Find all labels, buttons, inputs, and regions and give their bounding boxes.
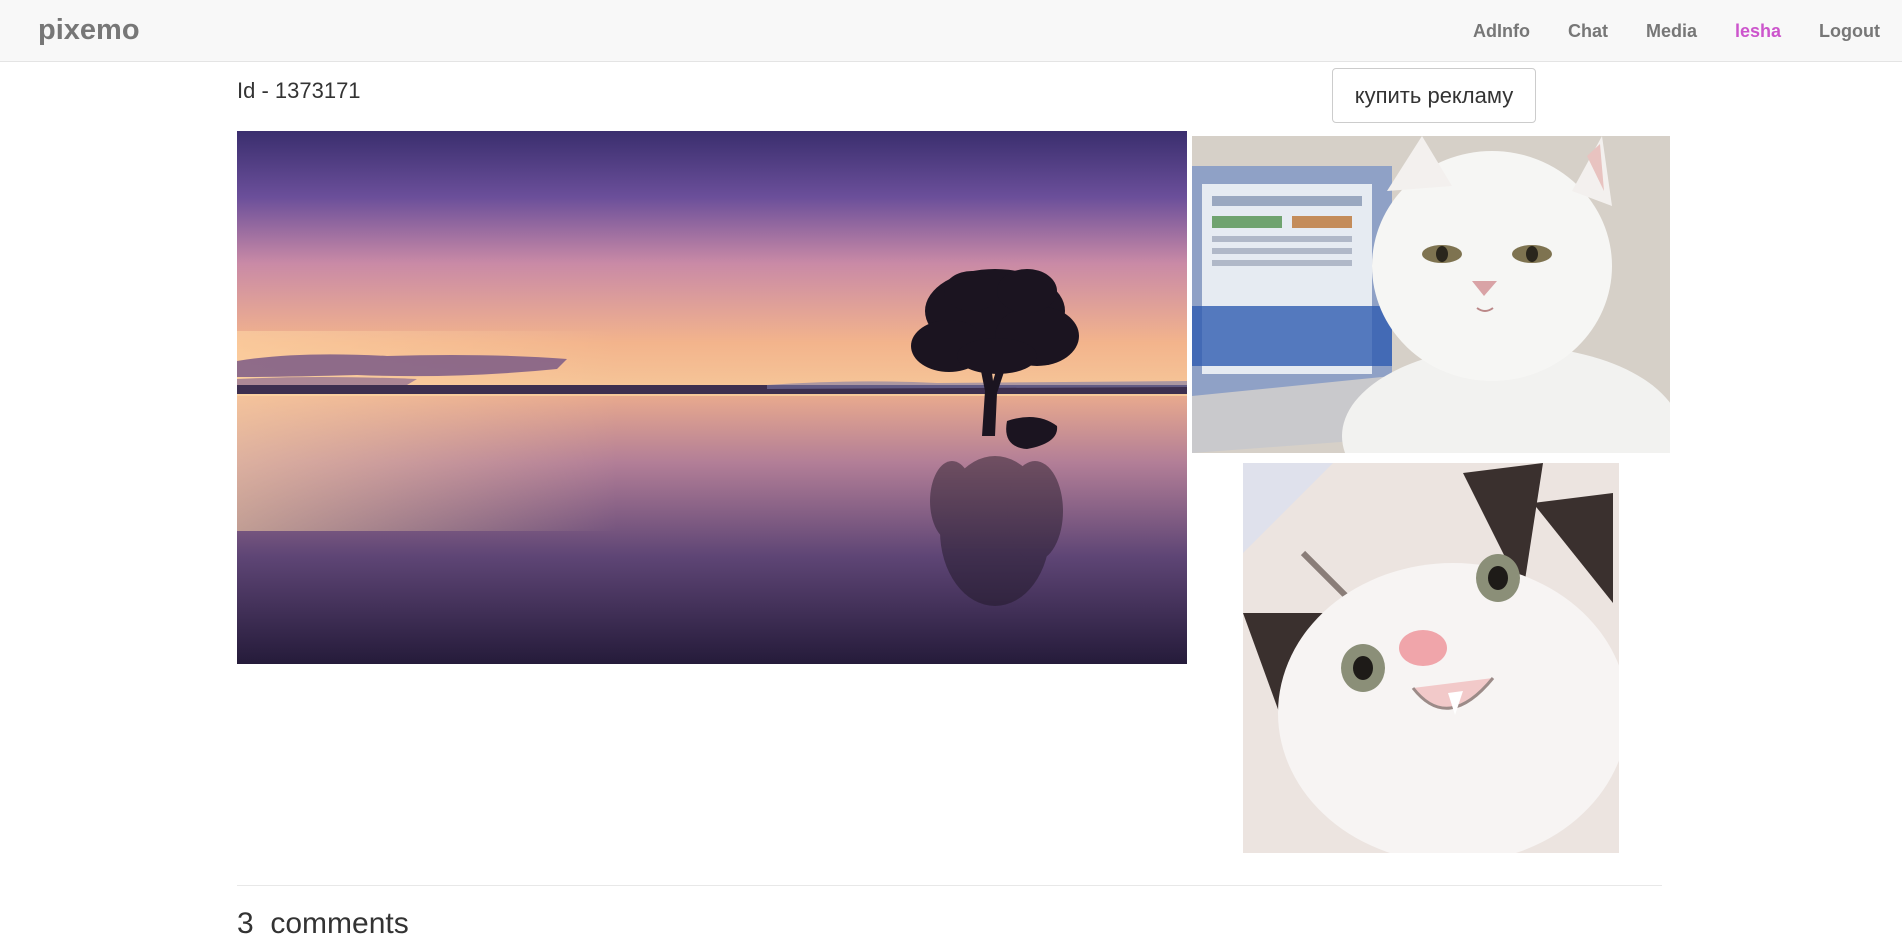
- sunset-lake-tree-photo: [237, 131, 1187, 664]
- white-cat-laptop-photo: [1192, 136, 1670, 453]
- smiling-cat-photo: [1243, 463, 1619, 853]
- nav-link-user[interactable]: lesha: [1735, 21, 1781, 42]
- buy-ad-button[interactable]: купить рекламу: [1332, 68, 1536, 123]
- post-id-label: Id - 1373171: [237, 78, 361, 103]
- comments-label: comments: [270, 907, 409, 940]
- brand-logo[interactable]: pixemo: [38, 14, 140, 47]
- nav-link-adinfo[interactable]: AdInfo: [1473, 21, 1530, 42]
- top-navbar: pixemo AdInfo Chat Media lesha Logout: [0, 0, 1902, 62]
- nav-link-media[interactable]: Media: [1646, 21, 1697, 42]
- section-divider: [237, 885, 1662, 886]
- nav-link-chat[interactable]: Chat: [1568, 21, 1608, 42]
- ad-image-cat-laptop[interactable]: [1192, 136, 1670, 453]
- nav-links: AdInfo Chat Media lesha Logout: [1435, 0, 1880, 62]
- comments-count: 3: [237, 907, 254, 940]
- nav-link-logout[interactable]: Logout: [1819, 21, 1880, 42]
- main-image[interactable]: [237, 131, 1187, 664]
- ad-image-smiling-cat[interactable]: [1243, 463, 1619, 853]
- comments-heading: 3 comments: [237, 907, 409, 941]
